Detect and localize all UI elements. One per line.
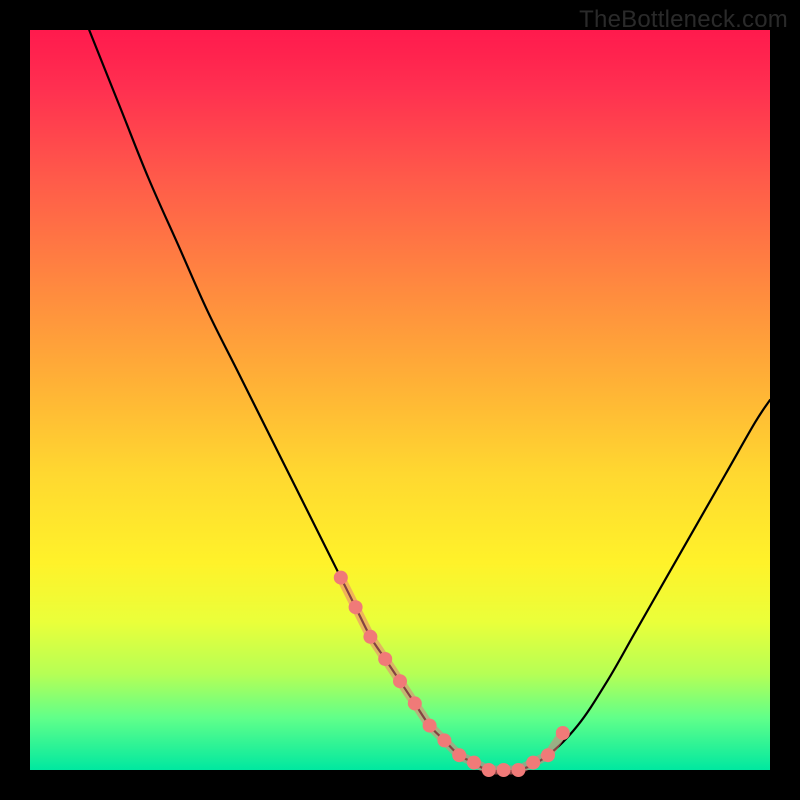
marker-dot <box>363 630 377 644</box>
marker-dot <box>541 748 555 762</box>
marker-dot <box>482 763 496 777</box>
marker-dot <box>452 748 466 762</box>
marker-dot <box>349 600 363 614</box>
curve-markers <box>334 571 570 777</box>
marker-dot <box>556 726 570 740</box>
curve-svg <box>30 30 770 770</box>
marker-dot <box>378 652 392 666</box>
bottleneck-curve <box>89 30 770 772</box>
marker-dot <box>393 674 407 688</box>
marker-dot <box>511 763 525 777</box>
marker-dot <box>408 696 422 710</box>
chart-frame: TheBottleneck.com <box>0 0 800 800</box>
marker-dot <box>423 719 437 733</box>
watermark-label: TheBottleneck.com <box>579 6 788 34</box>
marker-dot <box>497 763 511 777</box>
marker-dot <box>526 756 540 770</box>
marker-dot <box>467 756 481 770</box>
marker-dot <box>437 733 451 747</box>
plot-area <box>30 30 770 770</box>
marker-dot <box>334 571 348 585</box>
